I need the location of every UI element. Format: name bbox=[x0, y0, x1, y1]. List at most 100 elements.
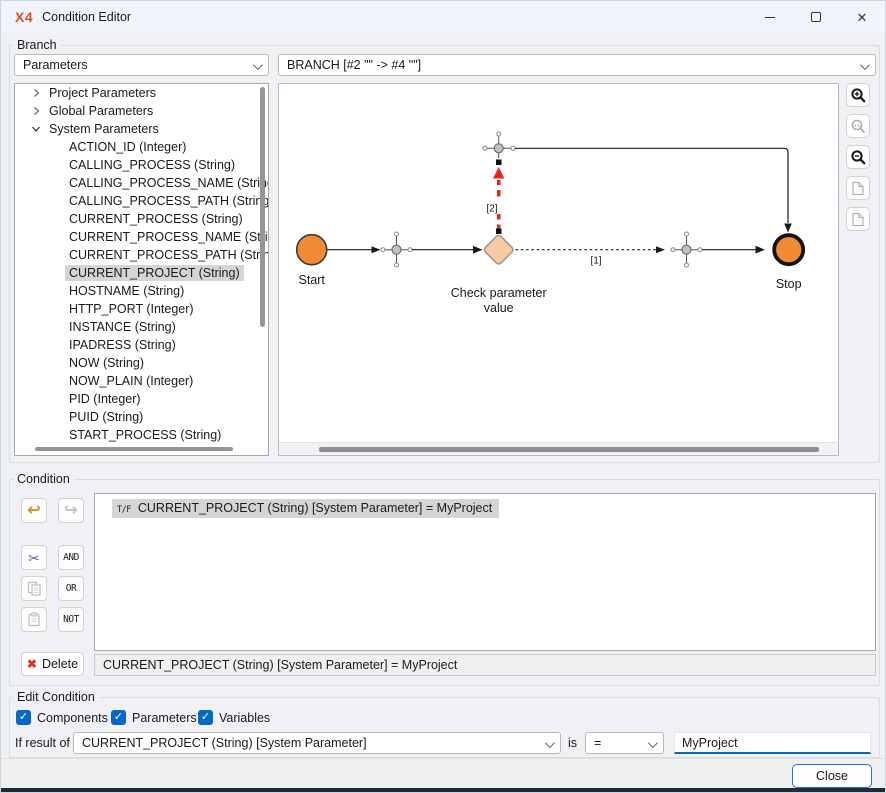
expression-combo[interactable]: CURRENT_PROJECT (String) [System Paramet… bbox=[73, 732, 561, 754]
tree-item[interactable]: CURRENT_PROCESS (String) bbox=[15, 210, 268, 228]
condition-list[interactable]: T/F CURRENT_PROJECT (String) [System Par… bbox=[94, 493, 876, 651]
diagram-scrollbar-thumb[interactable] bbox=[319, 447, 819, 452]
minimize-icon bbox=[765, 17, 775, 18]
and-button[interactable]: AND bbox=[58, 545, 84, 570]
paste-icon bbox=[27, 612, 41, 627]
close-window-button[interactable]: ✕ bbox=[839, 1, 885, 33]
tree-item[interactable]: NOW (String) bbox=[15, 354, 268, 372]
tree-item[interactable]: NOW_PLAIN (Integer) bbox=[15, 372, 268, 390]
tree-item[interactable]: START_PROCESS (String) bbox=[15, 426, 268, 444]
junction-1[interactable] bbox=[381, 232, 412, 267]
close-button[interactable]: Close bbox=[792, 764, 872, 788]
edge-handle[interactable] bbox=[496, 160, 502, 166]
tree-item-selected[interactable]: CURRENT_PROJECT (String) bbox=[15, 264, 268, 282]
delete-icon: ✖ bbox=[27, 658, 37, 670]
copy-icon bbox=[27, 581, 42, 596]
junction-2[interactable] bbox=[483, 132, 515, 158]
edge-2-label: [2] bbox=[486, 204, 497, 215]
condition-item-text: CURRENT_PROJECT (String) [System Paramet… bbox=[138, 501, 492, 515]
tree-item-project-parameters[interactable]: Project Parameters bbox=[15, 84, 268, 102]
decision-node-label-line2: value bbox=[484, 301, 514, 315]
svg-text:1:1: 1:1 bbox=[853, 123, 860, 128]
is-label: is bbox=[568, 736, 577, 750]
operator-combo[interactable]: = bbox=[585, 732, 664, 754]
tree-item[interactable]: CALLING_PROCESS (String) bbox=[15, 156, 268, 174]
tree-item[interactable]: CURRENT_PROCESS_PATH (String) bbox=[15, 246, 268, 264]
edge-handle[interactable] bbox=[496, 229, 502, 235]
tree-item[interactable]: PID (Integer) bbox=[15, 390, 268, 408]
zoom-out-icon bbox=[850, 149, 867, 166]
tree-item[interactable]: INSTANCE (String) bbox=[15, 318, 268, 336]
zoom-in-button[interactable] bbox=[846, 83, 870, 107]
if-result-of-label: If result of bbox=[15, 736, 70, 750]
branch-group-label: Branch bbox=[13, 38, 61, 52]
start-node[interactable] bbox=[297, 235, 327, 265]
chevron-down-icon bbox=[253, 60, 263, 70]
page-icon bbox=[851, 181, 865, 196]
maximize-button[interactable] bbox=[793, 1, 839, 33]
arrowhead bbox=[784, 224, 792, 233]
value-input[interactable] bbox=[674, 732, 871, 754]
operator-value: = bbox=[594, 736, 601, 750]
tree-item[interactable]: HOSTNAME (String) bbox=[15, 282, 268, 300]
parameter-type-combo[interactable]: Parameters bbox=[14, 54, 269, 76]
condition-list-item-selected[interactable]: T/F CURRENT_PROJECT (String) [System Par… bbox=[112, 499, 499, 518]
components-checkbox[interactable]: ✓ Components bbox=[16, 710, 108, 725]
edit-condition-group-label: Edit Condition bbox=[13, 690, 99, 704]
paste-button[interactable] bbox=[21, 607, 47, 632]
checkbox-checked-icon: ✓ bbox=[16, 710, 31, 725]
tree-horizontal-scrollbar[interactable] bbox=[35, 447, 233, 451]
junction-3[interactable] bbox=[671, 232, 702, 267]
titlebar: X4 Condition Editor ✕ bbox=[1, 1, 885, 33]
window-bottom-edge bbox=[1, 788, 885, 793]
parameter-type-value: Parameters bbox=[23, 58, 88, 72]
tree-item[interactable]: CALLING_PROCESS_PATH (String) bbox=[15, 192, 268, 210]
tree-item[interactable]: IPADRESS (String) bbox=[15, 336, 268, 354]
tree-item[interactable]: HTTP_PORT (Integer) bbox=[15, 300, 268, 318]
undo-icon: ↩ bbox=[27, 503, 40, 519]
zoom-out-button[interactable] bbox=[846, 145, 870, 169]
edge-branch-2-selected[interactable]: [2] bbox=[484, 160, 504, 235]
zoom-actual-icon: 1:1 bbox=[850, 118, 867, 135]
redo-button[interactable]: ↪ bbox=[58, 498, 84, 523]
zoom-actual-size-button[interactable]: 1:1 bbox=[846, 114, 870, 138]
edge-junction2-stop[interactable] bbox=[515, 148, 788, 223]
cut-button[interactable]: ✂ bbox=[21, 545, 47, 570]
chevron-right-icon[interactable] bbox=[31, 106, 45, 116]
tree-item[interactable]: ACTION_ID (Integer) bbox=[15, 138, 268, 156]
fit-to-width-button[interactable] bbox=[846, 207, 870, 231]
parameters-checkbox[interactable]: ✓ Parameters bbox=[111, 710, 197, 725]
close-icon: ✕ bbox=[857, 11, 868, 24]
fit-to-page-button[interactable] bbox=[846, 176, 870, 200]
checkbox-checked-icon: ✓ bbox=[111, 710, 126, 725]
diagram-horizontal-scrollbar[interactable] bbox=[279, 442, 838, 455]
tree-item-global-parameters[interactable]: Global Parameters bbox=[15, 102, 268, 120]
minimize-button[interactable] bbox=[747, 1, 793, 33]
footer-bar bbox=[1, 758, 885, 788]
true-false-badge: T/F bbox=[117, 505, 131, 515]
copy-button[interactable] bbox=[21, 576, 47, 601]
stop-node[interactable] bbox=[774, 235, 803, 264]
decision-node[interactable] bbox=[483, 234, 514, 265]
delete-button[interactable]: ✖ Delete bbox=[21, 652, 84, 676]
checkbox-checked-icon: ✓ bbox=[198, 710, 213, 725]
tree-item[interactable]: PUID (String) bbox=[15, 408, 268, 426]
branch-combo[interactable]: BRANCH [#2 "" -> #4 ""] bbox=[278, 54, 876, 76]
parameter-tree: Project Parameters Global Parameters Sys… bbox=[14, 83, 269, 456]
undo-button[interactable]: ↩ bbox=[21, 498, 47, 523]
window-title: Condition Editor bbox=[42, 10, 131, 24]
start-node-label: Start bbox=[298, 273, 325, 287]
not-button[interactable]: NOT bbox=[58, 607, 84, 632]
tree-vertical-scrollbar[interactable] bbox=[260, 87, 265, 327]
arrowhead bbox=[473, 246, 483, 254]
condition-summary-bar: CURRENT_PROJECT (String) [System Paramet… bbox=[94, 654, 876, 676]
tree-item[interactable]: CURRENT_PROCESS_NAME (String) bbox=[15, 228, 268, 246]
redo-icon: ↪ bbox=[64, 503, 77, 519]
tree-item-system-parameters[interactable]: System Parameters bbox=[15, 120, 268, 138]
chevron-down-icon[interactable] bbox=[31, 124, 45, 134]
page-icon bbox=[851, 212, 865, 227]
or-button[interactable]: OR bbox=[58, 576, 84, 601]
variables-checkbox[interactable]: ✓ Variables bbox=[198, 710, 270, 725]
tree-item[interactable]: CALLING_PROCESS_NAME (String) bbox=[15, 174, 268, 192]
chevron-right-icon[interactable] bbox=[31, 88, 45, 98]
